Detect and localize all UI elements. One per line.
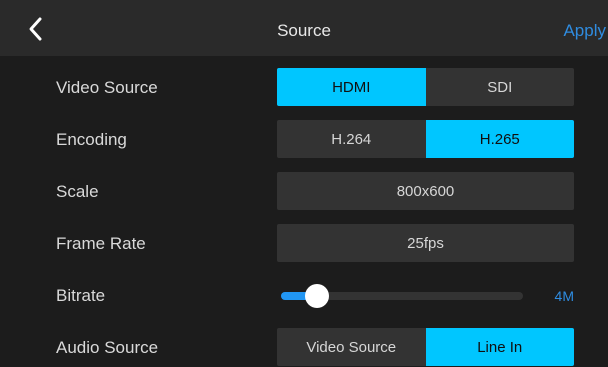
header-bar: Source Apply	[0, 0, 608, 56]
bitrate-slider[interactable]	[281, 284, 523, 308]
bitrate-slider-handle[interactable]	[305, 284, 329, 308]
frame-rate-row: Frame Rate 25fps	[0, 224, 608, 262]
encoding-option-h264[interactable]: H.264	[277, 120, 426, 158]
audio-source-selector: Video Source Line In	[277, 328, 574, 366]
bitrate-value: 4M	[554, 288, 574, 304]
audio-source-option-video-source[interactable]: Video Source	[277, 328, 426, 366]
audio-source-row: Audio Source Video Source Line In	[0, 328, 608, 366]
apply-button[interactable]: Apply	[563, 0, 606, 56]
scale-row: Scale 800x600	[0, 172, 608, 210]
bitrate-row: Bitrate 4M	[0, 276, 608, 314]
encoding-selector: H.264 H.265	[277, 120, 574, 158]
page-title: Source	[277, 21, 331, 40]
frame-rate-value-button[interactable]: 25fps	[277, 224, 574, 262]
encoding-option-h265[interactable]: H.265	[425, 120, 574, 158]
video-source-selector: HDMI SDI	[277, 68, 574, 106]
scale-label: Scale	[56, 182, 99, 201]
audio-source-label: Audio Source	[56, 338, 159, 357]
encoding-row: Encoding H.264 H.265	[0, 120, 608, 158]
encoding-label: Encoding	[56, 130, 127, 149]
video-source-option-sdi[interactable]: SDI	[426, 68, 575, 106]
video-source-option-hdmi[interactable]: HDMI	[277, 68, 426, 106]
video-source-label: Video Source	[56, 78, 158, 97]
source-settings-screen: Source Apply Video Source HDMI SDI Encod…	[0, 0, 608, 367]
audio-source-option-line-in[interactable]: Line In	[425, 328, 574, 366]
bitrate-label: Bitrate	[56, 286, 106, 305]
scale-value-button[interactable]: 800x600	[277, 172, 574, 210]
video-source-row: Video Source HDMI SDI	[0, 68, 608, 106]
frame-rate-label: Frame Rate	[56, 234, 146, 253]
